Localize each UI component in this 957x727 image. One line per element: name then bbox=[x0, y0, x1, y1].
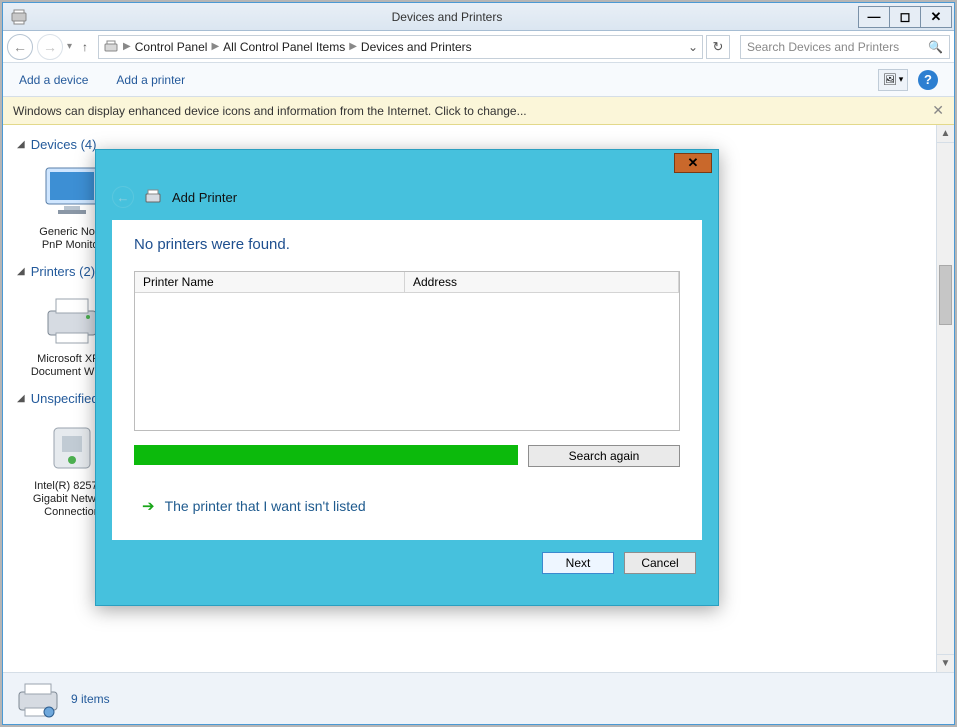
add-printer-dialog: ✕ ← Add Printer No printers were found. … bbox=[95, 149, 719, 606]
maximize-button[interactable]: ◻ bbox=[889, 6, 921, 28]
scroll-thumb[interactable] bbox=[939, 265, 952, 325]
breadcrumb-dropdown-icon[interactable]: ⌄ bbox=[688, 40, 698, 54]
minimize-button[interactable]: — bbox=[858, 6, 890, 28]
close-button[interactable]: ✕ bbox=[920, 6, 952, 28]
breadcrumb[interactable]: ▶ Control Panel ▶ All Control Panel Item… bbox=[98, 35, 703, 59]
search-progress bbox=[134, 445, 518, 465]
status-count: 9 items bbox=[71, 692, 110, 706]
vertical-scrollbar[interactable]: ▲ ▼ bbox=[936, 125, 954, 672]
window-title: Devices and Printers bbox=[35, 10, 859, 24]
collapse-icon: ◢ bbox=[17, 139, 25, 150]
recent-dropdown-icon[interactable]: ▾ bbox=[67, 41, 72, 52]
dialog-message: No printers were found. bbox=[134, 236, 680, 253]
back-button[interactable]: ← bbox=[7, 34, 33, 60]
search-again-button[interactable]: Search again bbox=[528, 445, 680, 467]
search-icon: 🔍 bbox=[928, 40, 943, 54]
cancel-button[interactable]: Cancel bbox=[624, 552, 696, 574]
chevron-right-icon: ▶ bbox=[123, 41, 131, 52]
column-address[interactable]: Address bbox=[405, 272, 679, 292]
info-close-icon[interactable]: ✕ bbox=[932, 102, 944, 119]
search-input[interactable]: Search Devices and Printers 🔍 bbox=[740, 35, 950, 59]
next-button[interactable]: Next bbox=[542, 552, 614, 574]
window-controls: — ◻ ✕ bbox=[859, 6, 952, 28]
devices-icon bbox=[103, 39, 119, 55]
view-options-button[interactable]: 🖼 ▾ bbox=[878, 69, 908, 91]
column-printer-name[interactable]: Printer Name bbox=[135, 272, 405, 292]
chevron-right-icon: ▶ bbox=[349, 41, 357, 52]
breadcrumb-item[interactable]: Devices and Printers bbox=[361, 40, 472, 54]
arrow-right-icon: ➔ bbox=[142, 497, 155, 515]
printers-list[interactable]: Printer Name Address bbox=[134, 271, 680, 431]
scroll-down-icon[interactable]: ▼ bbox=[937, 654, 954, 672]
printer-icon bbox=[144, 188, 162, 206]
dialog-close-button[interactable]: ✕ bbox=[674, 153, 712, 173]
dialog-title: Add Printer bbox=[172, 190, 237, 205]
collapse-icon: ◢ bbox=[17, 266, 25, 277]
forward-button[interactable]: → bbox=[37, 34, 63, 60]
help-button[interactable]: ? bbox=[918, 70, 938, 90]
scroll-up-icon[interactable]: ▲ bbox=[937, 125, 954, 143]
add-printer-link[interactable]: Add a printer bbox=[116, 73, 185, 87]
add-device-link[interactable]: Add a device bbox=[19, 73, 88, 87]
collapse-icon: ◢ bbox=[17, 393, 25, 404]
info-bar[interactable]: Windows can display enhanced device icon… bbox=[3, 97, 954, 125]
table-header: Printer Name Address bbox=[135, 272, 679, 293]
status-bar: 9 items bbox=[3, 672, 954, 724]
printer-not-listed-link[interactable]: ➔ The printer that I want isn't listed bbox=[142, 497, 680, 515]
search-placeholder: Search Devices and Printers bbox=[747, 40, 899, 54]
info-text: Windows can display enhanced device icon… bbox=[13, 104, 527, 118]
command-bar: Add a device Add a printer 🖼 ▾ ? bbox=[3, 63, 954, 97]
breadcrumb-item[interactable]: All Control Panel Items bbox=[223, 40, 345, 54]
dialog-footer: Next Cancel bbox=[96, 540, 718, 574]
chevron-down-icon: ▾ bbox=[899, 74, 904, 85]
up-button[interactable]: ↑ bbox=[76, 40, 94, 54]
dialog-back-button[interactable]: ← bbox=[112, 186, 134, 208]
dialog-header: ← Add Printer bbox=[96, 150, 718, 220]
chevron-right-icon: ▶ bbox=[211, 41, 219, 52]
breadcrumb-item[interactable]: Control Panel bbox=[135, 40, 208, 54]
navigation-row: ← → ▾ ↑ ▶ Control Panel ▶ All Control Pa… bbox=[3, 31, 954, 63]
printer-icon bbox=[15, 680, 61, 718]
photo-icon: 🖼 bbox=[883, 73, 897, 86]
not-listed-label: The printer that I want isn't listed bbox=[165, 498, 366, 514]
titlebar: Devices and Printers — ◻ ✕ bbox=[3, 3, 954, 31]
devices-printers-icon bbox=[9, 7, 29, 27]
refresh-button[interactable]: ↻ bbox=[706, 35, 730, 59]
dialog-body: No printers were found. Printer Name Add… bbox=[112, 220, 702, 540]
